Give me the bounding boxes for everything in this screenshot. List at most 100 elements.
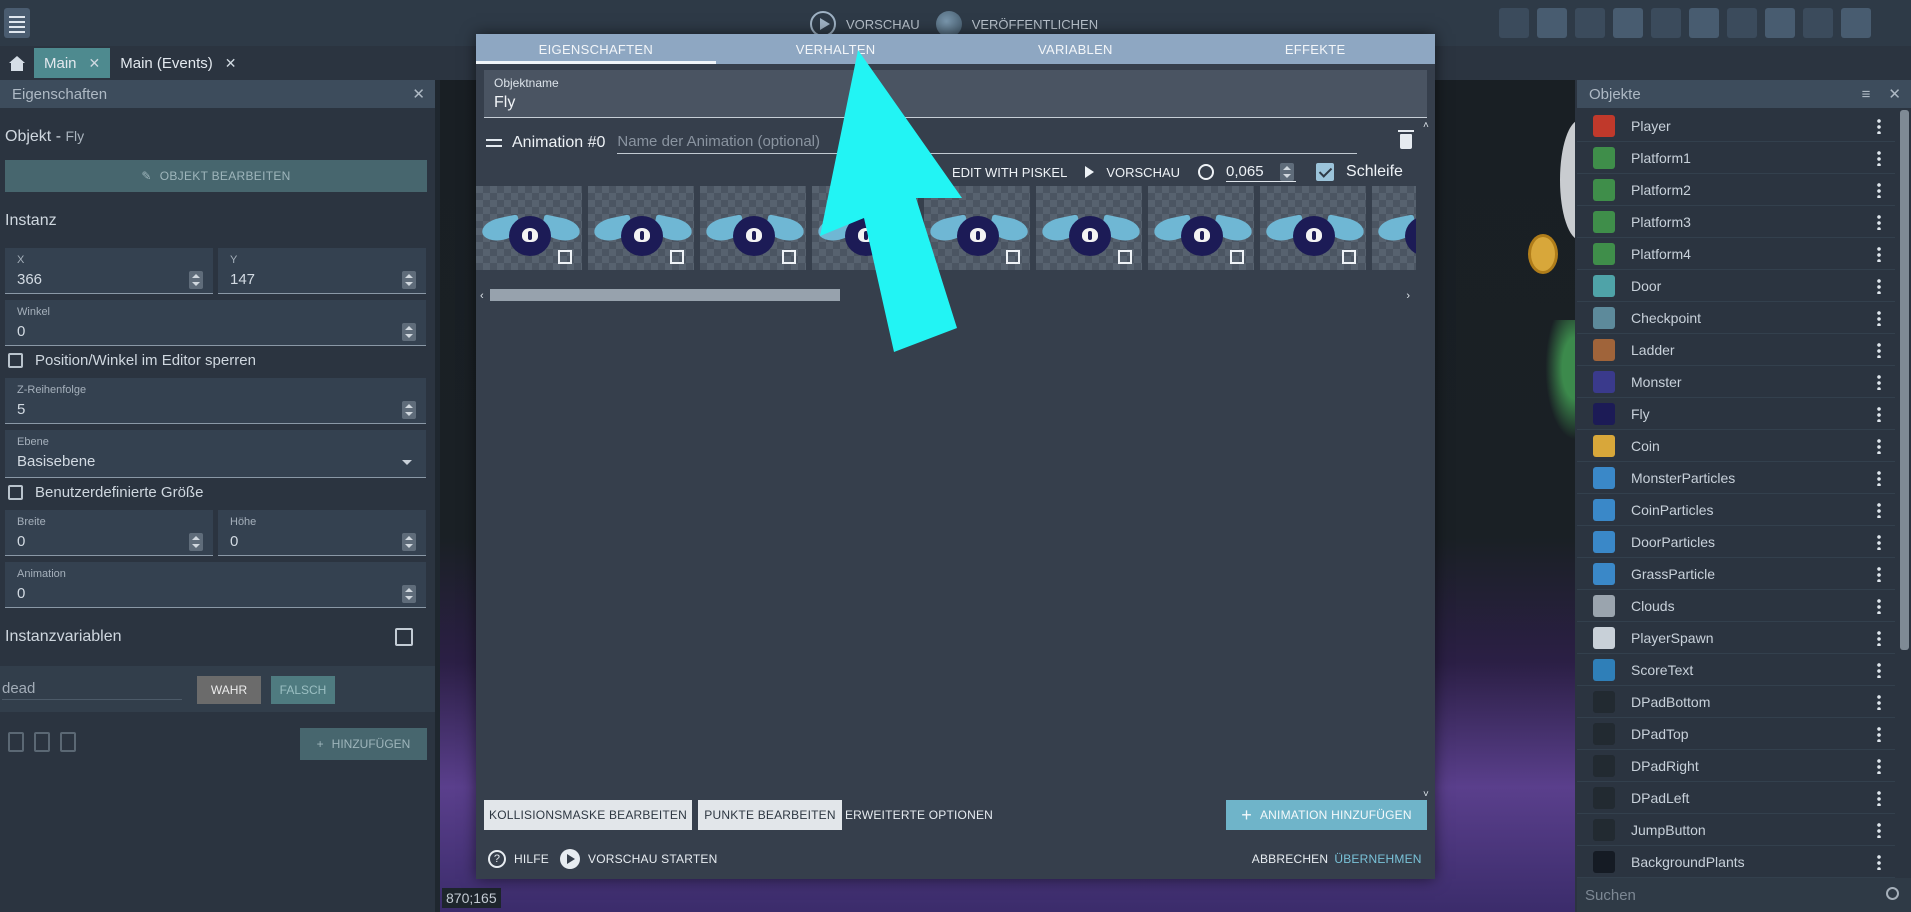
custom-size-checkbox[interactable]: Benutzerdefinierte Größe <box>8 484 203 501</box>
delete-icon[interactable] <box>60 732 76 752</box>
tab-variables[interactable]: VARIABLEN <box>956 34 1196 64</box>
animation-frame[interactable] <box>588 186 694 270</box>
stepper-icon[interactable] <box>402 401 416 419</box>
object-list-item[interactable]: Fly <box>1577 398 1895 430</box>
more-options-icon[interactable] <box>1877 342 1881 358</box>
instances-icon[interactable] <box>1651 8 1681 38</box>
tab-properties[interactable]: EIGENSCHAFTEN <box>476 34 716 64</box>
more-options-icon[interactable] <box>1877 630 1881 646</box>
y-field[interactable]: Y 147 <box>218 248 426 294</box>
object-list-item[interactable]: Platform2 <box>1577 174 1895 206</box>
animation-name-input[interactable]: Name der Animation (optional) <box>617 133 1358 154</box>
animation-frame[interactable] <box>1372 186 1416 270</box>
stepper-icon[interactable] <box>402 533 416 551</box>
object-list-item[interactable]: Platform3 <box>1577 206 1895 238</box>
more-options-icon[interactable] <box>1877 438 1881 454</box>
object-list-item[interactable]: JumpButton <box>1577 814 1895 846</box>
checkbox-icon[interactable] <box>8 485 23 500</box>
object-list-item[interactable]: Clouds <box>1577 590 1895 622</box>
edit-collision-mask-button[interactable]: KOLLISIONSMASKE BEARBEITEN <box>484 800 692 830</box>
add-variable-button[interactable]: + HINZUFÜGEN <box>300 728 427 760</box>
grid-icon[interactable] <box>1803 8 1833 38</box>
more-options-icon[interactable] <box>1877 534 1881 550</box>
field-value[interactable]: 0 <box>230 533 238 550</box>
animation-frame[interactable] <box>476 186 582 270</box>
copy-icon[interactable] <box>8 732 24 752</box>
object-list-item[interactable]: Platform4 <box>1577 238 1895 270</box>
object-list-item[interactable]: ScoreText <box>1577 654 1895 686</box>
false-button[interactable]: FALSCH <box>271 676 335 704</box>
advanced-options-button[interactable]: ERWEITERTE OPTIONEN <box>844 800 994 830</box>
object-list-item[interactable]: Checkpoint <box>1577 302 1895 334</box>
external-link-icon[interactable] <box>395 628 413 646</box>
paste-icon[interactable] <box>34 732 50 752</box>
frame-checkbox[interactable] <box>558 250 572 264</box>
animation-frame[interactable] <box>700 186 806 270</box>
edit-icon[interactable] <box>1575 8 1605 38</box>
chevron-down-icon[interactable] <box>402 460 412 465</box>
more-options-icon[interactable] <box>1877 566 1881 582</box>
more-options-icon[interactable] <box>1877 406 1881 422</box>
edit-object-button[interactable]: ✎ OBJEKT BEARBEITEN <box>5 160 427 192</box>
objects-search-input[interactable]: Suchen <box>1577 878 1911 912</box>
field-value[interactable]: Fly <box>494 94 515 112</box>
checkbox-icon[interactable] <box>8 353 23 368</box>
width-field[interactable]: Breite 0 <box>5 510 213 556</box>
more-options-icon[interactable] <box>1877 790 1881 806</box>
object-list-item[interactable]: Player <box>1577 110 1895 142</box>
chevron-up-icon[interactable]: ˄ <box>1423 120 1429 131</box>
home-icon[interactable] <box>0 48 34 78</box>
object-list-item[interactable]: Monster <box>1577 366 1895 398</box>
object-list-item[interactable]: DPadLeft <box>1577 782 1895 814</box>
add-animation-button[interactable]: + ANIMATION HINZUFÜGEN <box>1226 800 1427 830</box>
angle-field[interactable]: Winkel 0 <box>5 300 426 346</box>
object-groups-icon[interactable] <box>1537 8 1567 38</box>
field-value[interactable]: 5 <box>17 401 25 418</box>
stepper-icon[interactable] <box>1280 162 1295 181</box>
object-list-item[interactable]: GrassParticle <box>1577 558 1895 590</box>
more-options-icon[interactable] <box>1877 278 1881 294</box>
lock-position-checkbox[interactable]: Position/Winkel im Editor sperren <box>8 352 256 369</box>
object-list-item[interactable]: PlayerSpawn <box>1577 622 1895 654</box>
help-button[interactable]: ? HILFE <box>488 844 552 874</box>
close-icon[interactable]: ✕ <box>89 55 101 72</box>
field-value[interactable]: 0 <box>17 323 25 340</box>
scrollbar-thumb[interactable] <box>490 289 840 301</box>
height-field[interactable]: Höhe 0 <box>218 510 426 556</box>
x-field[interactable]: X 366 <box>5 248 213 294</box>
frame-checkbox[interactable] <box>1006 250 1020 264</box>
field-value[interactable]: 0 <box>17 533 25 550</box>
preview-button[interactable]: VORSCHAU <box>846 17 920 32</box>
zoom-icon[interactable] <box>1841 8 1871 38</box>
frame-checkbox[interactable] <box>782 250 796 264</box>
close-icon[interactable]: ✕ <box>225 55 237 72</box>
more-options-icon[interactable] <box>1877 310 1881 326</box>
stepper-icon[interactable] <box>189 271 203 289</box>
more-options-icon[interactable] <box>1877 374 1881 390</box>
coin-sprite[interactable] <box>1528 234 1558 274</box>
objects-scrollbar[interactable] <box>1900 110 1909 650</box>
variable-name-input[interactable]: dead <box>2 680 182 700</box>
close-icon[interactable]: ✕ <box>1888 86 1901 103</box>
frame-checkbox[interactable] <box>1118 250 1132 264</box>
filter-icon[interactable]: ≡ <box>1862 86 1871 103</box>
layers-icon[interactable] <box>1613 8 1643 38</box>
preview-window-icon[interactable] <box>1765 8 1795 38</box>
redo-icon[interactable] <box>1727 8 1757 38</box>
z-order-field[interactable]: Z-Reihenfolge 5 <box>5 378 426 424</box>
tab-effects[interactable]: EFFEKTE <box>1195 34 1435 64</box>
cancel-button[interactable]: ABBRECHEN <box>1252 844 1328 874</box>
frame-duration-input[interactable]: 0,065 <box>1226 162 1297 182</box>
start-preview-button[interactable]: VORSCHAU STARTEN <box>560 844 720 874</box>
frame-checkbox[interactable] <box>1230 250 1244 264</box>
field-value[interactable]: 366 <box>17 271 42 288</box>
more-options-icon[interactable] <box>1877 214 1881 230</box>
object-list-item[interactable]: CoinParticles <box>1577 494 1895 526</box>
more-options-icon[interactable] <box>1877 854 1881 870</box>
chevron-right-icon[interactable]: › <box>1406 290 1410 302</box>
object-list-item[interactable]: MonsterParticles <box>1577 462 1895 494</box>
chevron-left-icon[interactable]: ‹ <box>480 290 484 302</box>
trash-icon[interactable] <box>1398 130 1414 149</box>
stepper-icon[interactable] <box>402 271 416 289</box>
close-icon[interactable]: ✕ <box>412 85 425 103</box>
